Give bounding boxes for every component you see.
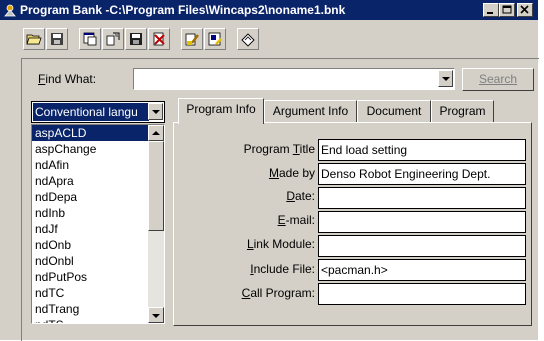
list-item[interactable]: ndJf	[32, 221, 164, 237]
call-program-label: Call Program:	[241, 286, 315, 300]
language-dropdown-value: Conventional langu	[33, 103, 149, 121]
language-dropdown[interactable]: Conventional langu	[31, 101, 165, 123]
list-item[interactable]: ndInb	[32, 205, 164, 221]
made-by-field[interactable]: Denso Robot Engineering Dept.	[318, 163, 526, 185]
include-file-field[interactable]: <pacman.h>	[318, 259, 526, 281]
new-window-icon[interactable]	[79, 28, 101, 50]
list-item[interactable]: ndTC	[32, 285, 164, 301]
list-item[interactable]: aspACLD	[32, 125, 164, 141]
open-folder-icon[interactable]	[23, 28, 45, 50]
eraser-icon[interactable]	[237, 28, 259, 50]
chevron-down-icon	[152, 110, 160, 114]
save-icon[interactable]	[46, 28, 68, 50]
find-dropdown-button[interactable]	[438, 70, 453, 87]
program-bank-window: Program Bank -C:\Program Files\Wincaps2\…	[0, 0, 539, 341]
list-item[interactable]: aspChange	[32, 141, 164, 157]
copy-icon[interactable]	[102, 28, 124, 50]
chevron-down-icon	[152, 314, 160, 318]
list-item[interactable]: ndOnbl	[32, 253, 164, 269]
maximize-icon[interactable]	[499, 3, 515, 17]
app-icon	[3, 3, 17, 17]
edit-icon[interactable]	[204, 28, 226, 50]
save-disk-icon[interactable]	[125, 28, 147, 50]
find-what-label: Find What:	[38, 72, 97, 86]
window-title: Program Bank -C:\Program Files\Wincaps2\…	[20, 3, 346, 17]
tab-document[interactable]: Document	[357, 100, 431, 122]
program-title-field[interactable]: End load setting	[318, 139, 526, 161]
call-program-field[interactable]	[318, 283, 526, 305]
tab-program[interactable]: Program	[431, 100, 494, 122]
delete-icon[interactable]	[148, 28, 170, 50]
email-label: E-mail:	[277, 213, 315, 227]
list-item[interactable]: ndPutPos	[32, 269, 164, 285]
title-bar[interactable]: Program Bank -C:\Program Files\Wincaps2\…	[0, 0, 538, 20]
include-file-label: Include File:	[250, 262, 315, 276]
function-list: aspACLD aspChange ndAfin ndApra ndDepa ndInb n…	[32, 125, 164, 323]
list-item[interactable]: ndDepa	[32, 189, 164, 205]
language-dropdown-button[interactable]	[148, 103, 163, 120]
tab-program-info[interactable]: Program Info	[178, 98, 264, 124]
tab-argument-info[interactable]: Argument Info	[264, 100, 357, 122]
list-item[interactable]: ndTS	[32, 317, 164, 323]
search-button[interactable]: Search	[462, 68, 534, 91]
made-by-label: Made by	[268, 166, 315, 180]
scroll-thumb[interactable]	[148, 141, 164, 231]
list-item[interactable]: ndApra	[32, 173, 164, 189]
tool-icon[interactable]	[181, 28, 203, 50]
scroll-down-button[interactable]	[148, 307, 164, 323]
link-module-label: Link Module:	[246, 237, 315, 251]
function-listbox[interactable]: aspACLD aspChange ndAfin ndApra ndDepa ndInb n…	[31, 124, 165, 324]
list-scrollbar[interactable]	[148, 125, 164, 323]
chevron-up-icon	[152, 131, 160, 135]
date-label: Date:	[286, 189, 315, 203]
date-field[interactable]	[318, 187, 526, 209]
email-field[interactable]	[318, 211, 526, 233]
list-item[interactable]: ndAfin	[32, 157, 164, 173]
find-what-combobox[interactable]	[133, 68, 455, 90]
scroll-up-button[interactable]	[148, 125, 164, 141]
close-icon[interactable]	[517, 3, 533, 17]
minimize-icon[interactable]	[483, 3, 499, 17]
list-item[interactable]: ndTrang	[32, 301, 164, 317]
program-title-label: Program Title	[243, 142, 315, 156]
chevron-down-icon	[442, 77, 450, 81]
list-item[interactable]: ndOnb	[32, 237, 164, 253]
link-module-field[interactable]	[318, 235, 526, 257]
